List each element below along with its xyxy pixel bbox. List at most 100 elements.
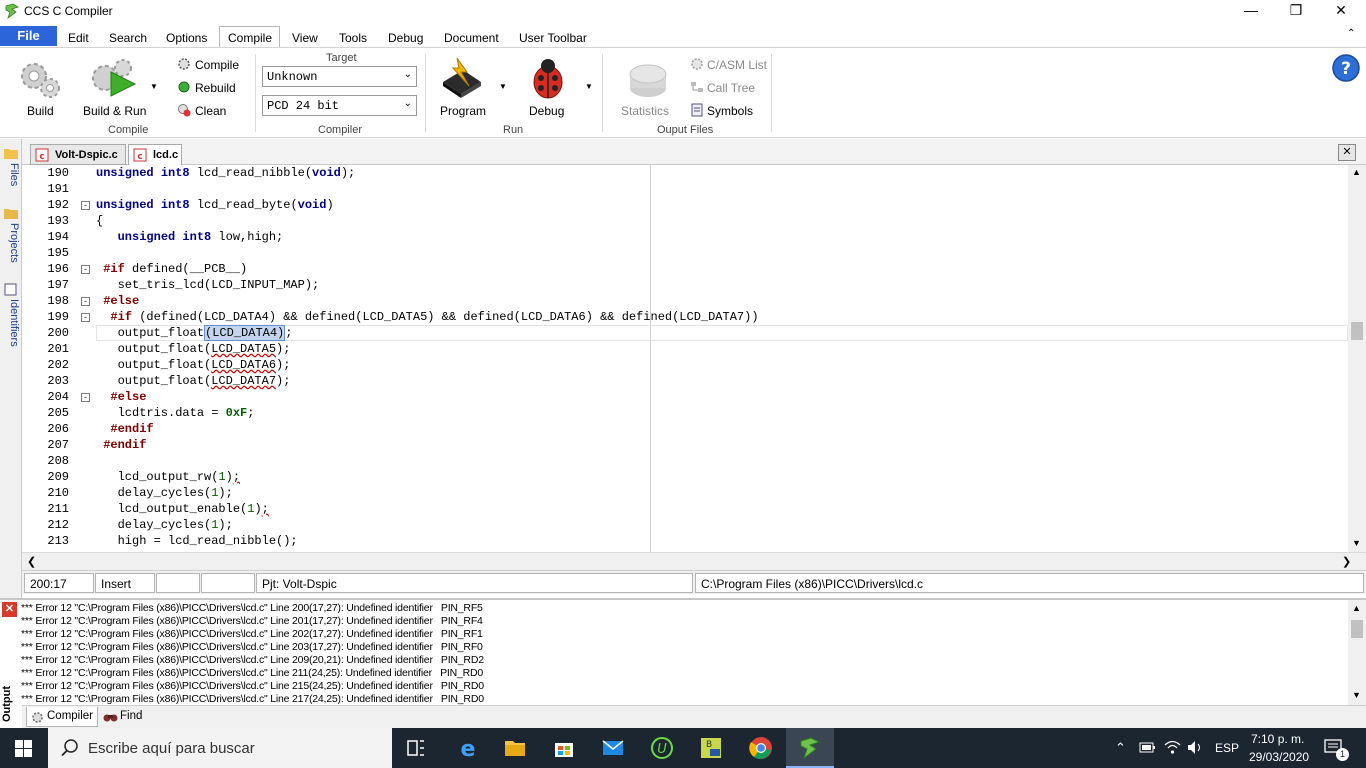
menu-user-toolbar[interactable]: User Toolbar	[519, 31, 587, 45]
program-chip-icon[interactable]	[437, 56, 487, 102]
code-line[interactable]: #endif	[96, 438, 146, 452]
output-error-line[interactable]: *** Error 12 "C:\Program Files (x86)\PIC…	[21, 667, 483, 679]
fold-toggle-icon[interactable]: -	[81, 297, 90, 306]
mail-icon[interactable]	[601, 736, 625, 760]
scroll-down-icon[interactable]: ▼	[1352, 690, 1361, 700]
taskbar-ccs-active[interactable]	[786, 728, 834, 768]
minimize-button[interactable]: —	[1228, 0, 1274, 23]
scrollbar-thumb[interactable]	[1351, 322, 1363, 340]
editor-tab-lcd[interactable]: c lcd.c	[128, 144, 182, 166]
editor-tab-volt-dspic[interactable]: c Volt-Dspic.c	[30, 144, 126, 165]
side-tab-files[interactable]: Files	[2, 163, 20, 186]
code-line[interactable]: #if (defined(LCD_DATA4) && defined(LCD_D…	[96, 310, 758, 324]
output-error-line[interactable]: *** Error 12 "C:\Program Files (x86)\PIC…	[21, 602, 483, 614]
bascom-avr-icon[interactable]: B	[699, 736, 723, 760]
code-line[interactable]: unsigned int8 lcd_read_nibble(void);	[96, 166, 355, 180]
scroll-up-icon[interactable]: ▲	[1352, 603, 1361, 613]
rebuild-button[interactable]: Rebuild	[195, 81, 236, 95]
output-scrollbar[interactable]: ▲ ▼	[1348, 600, 1366, 706]
compile-button[interactable]: Compile	[195, 58, 239, 72]
output-error-line[interactable]: *** Error 12 "C:\Program Files (x86)\PIC…	[21, 628, 483, 640]
side-tab-projects[interactable]: Projects	[2, 223, 20, 263]
scroll-up-icon[interactable]: ▲	[1352, 167, 1361, 177]
clean-button[interactable]: Clean	[195, 104, 226, 118]
code-line[interactable]: lcdtris.data = 0xF;	[96, 406, 255, 420]
wifi-icon[interactable]	[1164, 740, 1181, 755]
menu-view[interactable]: View	[292, 31, 318, 45]
fold-toggle-icon[interactable]: -	[81, 393, 90, 402]
maximize-button[interactable]: ❐	[1273, 0, 1319, 23]
error-close-icon[interactable]: ✕	[2, 602, 17, 617]
close-button[interactable]: ✕	[1318, 0, 1364, 23]
code-line[interactable]: high = lcd_read_nibble();	[96, 534, 298, 548]
close-tab-icon[interactable]: ✕	[1338, 144, 1356, 161]
file-explorer-icon[interactable]	[503, 736, 527, 760]
compiler-select[interactable]: PCD 24 bit ⌄	[262, 95, 417, 116]
menu-edit[interactable]: Edit	[68, 31, 89, 45]
code-line[interactable]: unsigned int8 lcd_read_byte(void)	[96, 198, 334, 212]
statistics-button[interactable]: Statistics	[621, 104, 669, 118]
menu-search[interactable]: Search	[109, 31, 147, 45]
upwork-icon[interactable]: U	[650, 736, 674, 760]
output-error-line[interactable]: *** Error 12 "C:\Program Files (x86)\PIC…	[21, 641, 483, 653]
code-line[interactable]: #else	[96, 294, 139, 308]
code-line[interactable]: #if defined(__PCB__)	[96, 262, 247, 276]
chrome-icon[interactable]	[749, 736, 773, 760]
scrollbar-thumb[interactable]	[1351, 620, 1363, 638]
clock-time[interactable]: 7:10 p. m.	[1251, 732, 1304, 746]
code-line[interactable]: lcd_output_enable(1);	[96, 502, 269, 516]
fold-toggle-icon[interactable]: -	[81, 201, 90, 210]
code-line[interactable]: #else	[96, 390, 146, 404]
menu-debug[interactable]: Debug	[388, 31, 423, 45]
horizontal-scrollbar[interactable]: ❮ ❯	[22, 552, 1366, 570]
statistics-icon[interactable]	[626, 58, 670, 102]
debug-ladybug-icon[interactable]	[526, 54, 570, 102]
code-line[interactable]: #endif	[96, 422, 153, 436]
output-tab-find[interactable]: Find	[100, 707, 150, 727]
code-line[interactable]: delay_cycles(1);	[96, 518, 233, 532]
help-icon[interactable]: ?	[1331, 53, 1361, 83]
code-line[interactable]: {	[96, 214, 103, 228]
fold-toggle-icon[interactable]: -	[81, 265, 90, 274]
tray-chevron-icon[interactable]: ⌃	[1115, 740, 1126, 756]
call-tree-button[interactable]: Call Tree	[707, 81, 755, 95]
menu-document[interactable]: Document	[444, 31, 499, 45]
build-run-icon[interactable]	[89, 56, 139, 102]
collapse-ribbon-icon[interactable]: ⌃	[1347, 28, 1355, 39]
output-tab-compiler[interactable]: Compiler	[26, 707, 98, 727]
menu-options[interactable]: Options	[166, 31, 207, 45]
menu-compile[interactable]: Compile	[228, 31, 272, 45]
fold-toggle-icon[interactable]: -	[81, 313, 90, 322]
volume-icon[interactable]	[1187, 740, 1204, 755]
build-run-button[interactable]: Build & Run	[83, 104, 146, 118]
output-error-line[interactable]: *** Error 12 "C:\Program Files (x86)\PIC…	[21, 680, 484, 692]
symbols-button[interactable]: Symbols	[707, 104, 753, 118]
target-select[interactable]: Unknown ⌄	[262, 66, 417, 87]
store-icon[interactable]	[552, 736, 576, 760]
scroll-right-icon[interactable]: ❯	[1342, 555, 1351, 568]
side-tab-identifiers[interactable]: Identifiers	[2, 299, 20, 347]
code-line[interactable]: set_tris_lcd(LCD_INPUT_MAP);	[96, 278, 320, 292]
code-line[interactable]: lcd_output_rw(1);	[96, 470, 240, 484]
code-line[interactable]: output_float(LCD_DATA7);	[96, 374, 291, 388]
scroll-down-icon[interactable]: ▼	[1352, 538, 1361, 548]
edge-browser-icon[interactable]: e	[456, 736, 480, 760]
code-line[interactable]: output_float(LCD_DATA6);	[96, 358, 291, 372]
scroll-left-icon[interactable]: ❮	[27, 555, 36, 568]
build-gears-icon[interactable]	[16, 56, 64, 102]
output-error-line[interactable]: *** Error 12 "C:\Program Files (x86)\PIC…	[21, 693, 484, 705]
keyboard-language[interactable]: ESP	[1215, 741, 1239, 755]
menu-file[interactable]: File	[0, 26, 57, 46]
output-error-line[interactable]: *** Error 12 "C:\Program Files (x86)\PIC…	[21, 615, 483, 627]
build-run-dropdown-icon[interactable]: ▼	[150, 82, 158, 91]
code-line[interactable]: output_float(LCD_DATA4);	[96, 325, 292, 341]
debug-dropdown-icon[interactable]: ▼	[585, 82, 593, 91]
debug-button[interactable]: Debug	[529, 104, 564, 118]
task-view-icon[interactable]	[404, 736, 428, 760]
output-error-line[interactable]: *** Error 12 "C:\Program Files (x86)\PIC…	[21, 654, 484, 666]
taskbar-search[interactable]: Escribe aquí para buscar	[48, 728, 392, 768]
program-button[interactable]: Program	[440, 104, 486, 118]
code-line[interactable]: output_float(LCD_DATA5);	[96, 342, 291, 356]
code-line[interactable]: delay_cycles(1);	[96, 486, 233, 500]
vertical-scrollbar[interactable]: ▲ ▼	[1348, 165, 1366, 552]
